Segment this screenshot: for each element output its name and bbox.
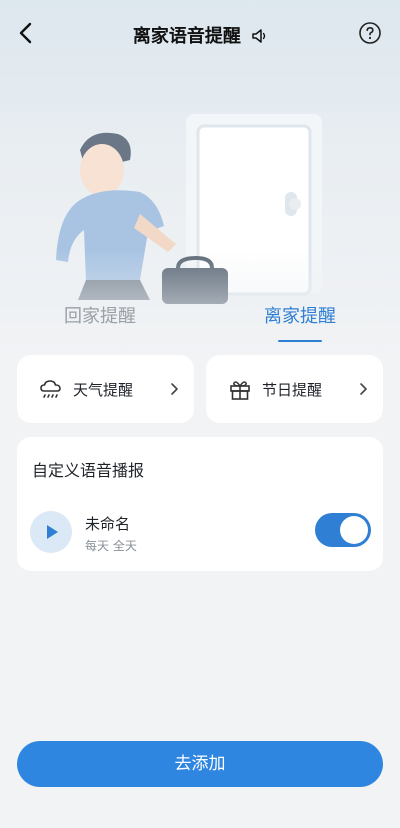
enable-toggle[interactable] bbox=[315, 513, 371, 547]
chevron-right-icon bbox=[171, 383, 178, 395]
help-button[interactable] bbox=[358, 21, 382, 45]
item-name: 未命名 bbox=[85, 515, 131, 533]
tab-active-indicator bbox=[278, 340, 322, 342]
cloud-rain-icon bbox=[40, 380, 61, 398]
page-title: 离家语音提醒 bbox=[132, 26, 241, 47]
holiday-reminder-label: 节日提醒 bbox=[262, 380, 323, 399]
list-item[interactable]: 未命名 每天 全天 bbox=[17, 507, 383, 563]
gift-icon bbox=[230, 381, 250, 400]
holiday-reminder-card[interactable]: 节日提醒 bbox=[206, 355, 383, 423]
chevron-right-icon bbox=[360, 383, 367, 395]
item-schedule: 每天 全天 bbox=[85, 539, 137, 553]
hero-area: 离家语音提醒 回家提醒 离家提醒 bbox=[0, 0, 400, 360]
custom-voice-card: 自定义语音播报 未命名 每天 全天 bbox=[17, 437, 383, 571]
add-button[interactable]: 去添加 bbox=[17, 741, 383, 787]
weather-reminder-label: 天气提醒 bbox=[73, 380, 134, 399]
page-title-group: 离家语音提醒 bbox=[0, 22, 400, 48]
tab-return-home[interactable]: 回家提醒 bbox=[64, 302, 136, 328]
speaker-icon bbox=[252, 29, 266, 43]
weather-reminder-card[interactable]: 天气提醒 bbox=[17, 355, 194, 423]
section-title: 自定义语音播报 bbox=[32, 461, 145, 480]
top-bar: 离家语音提醒 bbox=[0, 14, 400, 54]
toggle-knob bbox=[340, 516, 368, 544]
mode-tabs: 回家提醒 离家提醒 bbox=[0, 300, 400, 350]
play-button[interactable] bbox=[30, 511, 72, 553]
play-icon bbox=[47, 525, 58, 539]
tab-leave-home[interactable]: 离家提醒 bbox=[264, 302, 336, 328]
